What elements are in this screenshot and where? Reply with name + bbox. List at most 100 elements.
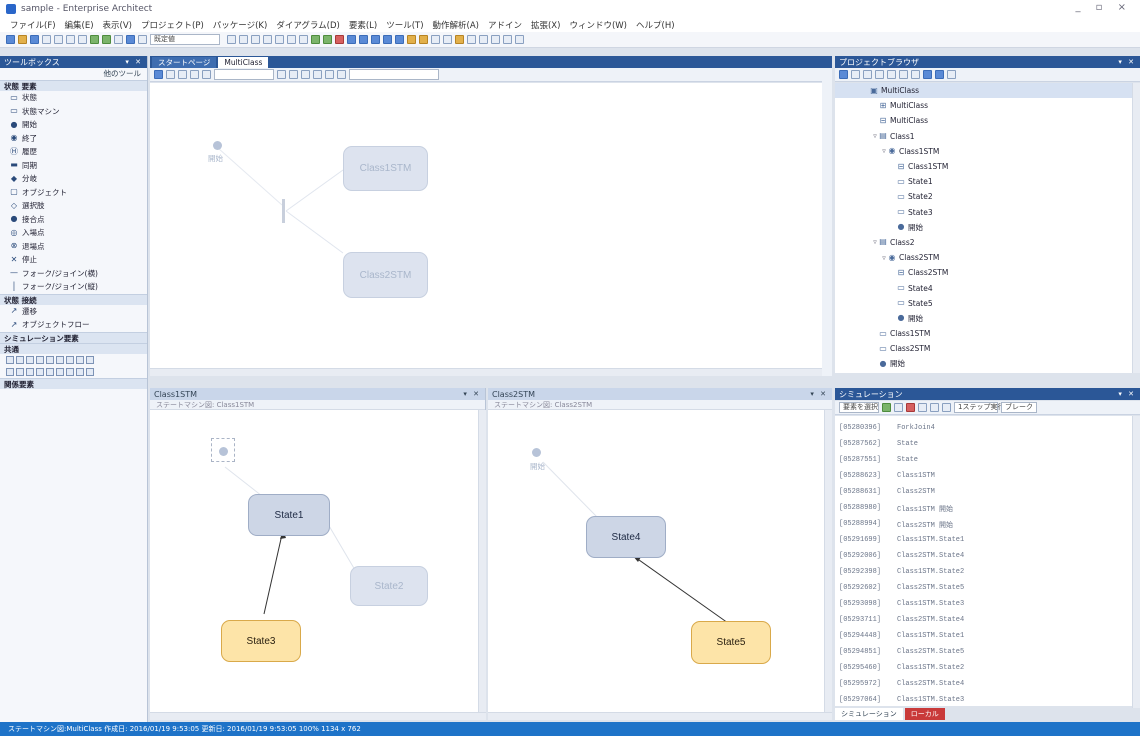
class1stm-hscroll[interactable] (150, 712, 486, 720)
menu-item[interactable]: 編集(E) (65, 19, 94, 31)
snap-icon[interactable] (289, 70, 298, 79)
state-class1stm[interactable]: Class1STM (343, 146, 428, 191)
cut-icon[interactable] (54, 35, 63, 44)
menu-item[interactable]: ファイル(F) (10, 19, 56, 31)
project-tree-vscroll[interactable] (1132, 83, 1140, 373)
copy-icon[interactable] (66, 35, 75, 44)
common-tool-icon[interactable] (26, 355, 34, 364)
toolbox-item[interactable]: ◇ 選択肢 (0, 199, 147, 213)
bookmark-icon[interactable] (407, 35, 416, 44)
class2stm-canvas[interactable]: 開始 State4 State5 (488, 410, 832, 720)
element-search-input[interactable] (349, 69, 439, 80)
sim-step-over-icon[interactable] (930, 403, 939, 412)
top-hscroll[interactable] (150, 368, 830, 376)
tree-row[interactable]: ⊟ Class1STM (835, 159, 1132, 174)
common-tool-icon[interactable] (46, 367, 54, 376)
new-diagram-icon[interactable] (851, 70, 860, 79)
menu-item[interactable]: 表示(V) (103, 19, 132, 31)
sort-icon[interactable] (899, 70, 908, 79)
open-icon[interactable] (18, 35, 27, 44)
note-icon[interactable] (419, 35, 428, 44)
initial-node[interactable] (532, 448, 541, 457)
window-controls[interactable]: _ ▫ × (1075, 2, 1132, 13)
search-tree-icon[interactable] (887, 70, 896, 79)
grid-icon[interactable] (227, 35, 236, 44)
diagram-icon[interactable] (126, 35, 135, 44)
break-select[interactable]: ブレーク (1001, 402, 1037, 413)
align-left-icon[interactable] (239, 35, 248, 44)
toolbox-item[interactable]: ▬ 同期 (0, 159, 147, 173)
common-tool-icon[interactable] (86, 367, 94, 376)
selection-handles[interactable] (211, 438, 235, 462)
toolbox-item[interactable]: ● 接合点 (0, 213, 147, 227)
class1stm-canvas[interactable]: State1 State2 State3 (150, 410, 486, 720)
document-tab[interactable]: MultiClass (218, 57, 269, 68)
toolbox-section-header[interactable]: 状態 要素 (0, 80, 147, 91)
toolbox-section-header[interactable]: シミュレーション要素 (0, 331, 147, 343)
font-icon[interactable] (467, 35, 476, 44)
toolbox-item[interactable]: ⊗ 退場点 (0, 240, 147, 254)
tree-row[interactable]: ● 開始 (835, 356, 1132, 371)
zoom-in-icon[interactable] (347, 35, 356, 44)
panel-pin-icon[interactable]: ▾ ✕ (463, 390, 481, 398)
find-icon[interactable] (114, 35, 123, 44)
tree-expand-icon[interactable]: ▿ (871, 132, 879, 140)
common-tool-icon[interactable] (76, 355, 84, 364)
state3[interactable]: State3 (221, 620, 301, 662)
nav-icon[interactable] (178, 70, 187, 79)
common-tool-icon[interactable] (6, 367, 14, 376)
menu-item[interactable]: アドイン (488, 19, 522, 31)
tree-row[interactable]: ▭ State3 (835, 205, 1132, 220)
zoom-out-icon[interactable] (359, 35, 368, 44)
print-icon[interactable] (42, 35, 51, 44)
toolbox-item[interactable]: ↗ 遷移 (0, 305, 147, 319)
class2stm-hscroll[interactable] (488, 712, 832, 720)
toolbox-item[interactable]: ● 開始 (0, 118, 147, 132)
sim-step-in-icon[interactable] (918, 403, 927, 412)
tree-expand-icon[interactable]: ▿ (880, 254, 888, 262)
state4[interactable]: State4 (586, 516, 666, 558)
more-tools-link[interactable]: 他のツール (0, 68, 147, 80)
stop-icon[interactable] (335, 35, 344, 44)
zoom-100-icon[interactable] (383, 35, 392, 44)
zoom-select[interactable]: 既定値 (150, 34, 220, 45)
state2[interactable]: State2 (350, 566, 428, 606)
common-tool-icon[interactable] (56, 367, 64, 376)
zoom-fit-icon[interactable] (371, 35, 380, 44)
align-right-icon[interactable] (263, 35, 272, 44)
class2stm-vscroll[interactable] (824, 410, 832, 720)
sim-step-out-icon[interactable] (942, 403, 951, 412)
initial-node[interactable] (213, 141, 222, 150)
menu-item[interactable]: プロジェクト(P) (141, 19, 204, 31)
common-tool-icon[interactable] (76, 367, 84, 376)
space-icon[interactable] (299, 35, 308, 44)
filter-icon[interactable] (911, 70, 920, 79)
layout-auto-icon[interactable] (301, 70, 310, 79)
tree-row[interactable]: ● 開始 (835, 220, 1132, 235)
panel-pin-icon[interactable]: ▾ ✕ (125, 58, 143, 66)
step-mode-select[interactable]: 1ステップ実行 (954, 402, 1004, 413)
tree-row[interactable]: ▭ State5 (835, 296, 1132, 311)
bold-icon[interactable] (479, 35, 488, 44)
tree-row[interactable]: ⊟ MultiClass (835, 113, 1132, 128)
paste-icon[interactable] (78, 35, 87, 44)
menu-item[interactable]: 要素(L) (349, 19, 377, 31)
common-tool-icon[interactable] (66, 367, 74, 376)
common-tool-icon[interactable] (86, 355, 94, 364)
tree-row[interactable]: ● 開始 (835, 311, 1132, 326)
align-top-icon[interactable] (275, 35, 284, 44)
move-down-icon[interactable] (935, 70, 944, 79)
menu-item[interactable]: ヘルプ(H) (636, 19, 675, 31)
common-tool-icon[interactable] (6, 355, 14, 364)
highlight-icon[interactable] (455, 35, 464, 44)
forward-icon[interactable] (202, 70, 211, 79)
common-tool-icon[interactable] (16, 355, 24, 364)
common-tool-icon[interactable] (36, 355, 44, 364)
color-icon[interactable] (491, 35, 500, 44)
same-size-icon[interactable] (325, 70, 334, 79)
tree-row[interactable]: ▿ ◉ Class2STM (835, 250, 1132, 265)
toolbox-item[interactable]: ◉ 終了 (0, 132, 147, 146)
fork-bar[interactable] (282, 199, 285, 223)
undo-icon[interactable] (90, 35, 99, 44)
tree-row[interactable]: ⊟ Class2STM (835, 265, 1132, 280)
